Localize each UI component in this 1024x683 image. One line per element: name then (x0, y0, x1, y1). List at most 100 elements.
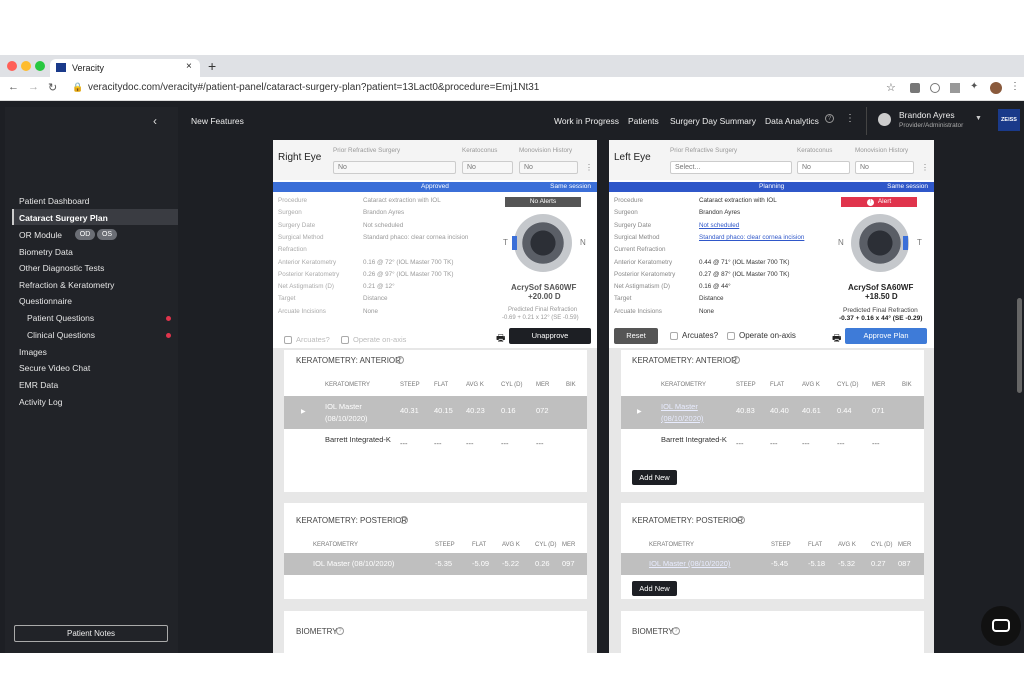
table-cell: --- (736, 439, 744, 448)
arcuates-checkbox[interactable]: Arcuates? (670, 331, 718, 340)
back-icon[interactable]: ← (8, 81, 19, 93)
field-label: Net Astigmatism (D) (278, 283, 334, 291)
field-value[interactable]: Standard phaco: clear cornea incision (699, 234, 804, 241)
sidebar-item-patient-dashboard[interactable]: Patient Dashboard (19, 196, 89, 206)
select-value: No (338, 164, 347, 171)
help-icon[interactable]: ? (672, 627, 680, 635)
section-title: KERATOMETRY: ANTERIOR (632, 356, 737, 365)
nav-work-in-progress[interactable]: Work in Progress (554, 116, 619, 126)
forward-icon[interactable]: → (28, 81, 39, 93)
monovision-select[interactable]: No (519, 161, 578, 174)
on-axis-checkbox[interactable]: Operate on-axis (727, 331, 796, 340)
nasal-marker: N (580, 238, 586, 247)
sidebar-item-secure-video-chat[interactable]: Secure Video Chat (19, 363, 90, 373)
reset-button[interactable]: Reset (614, 328, 658, 344)
sidebar-item-biometry-data[interactable]: Biometry Data (19, 247, 73, 257)
close-window-icon[interactable] (7, 61, 17, 71)
keratoconus-select[interactable]: No (462, 161, 513, 174)
help-icon[interactable]: ? (396, 356, 404, 364)
on-axis-checkbox[interactable]: Operate on-axis (341, 335, 406, 345)
help-icon[interactable]: ? (737, 516, 745, 524)
os-badge[interactable]: OS (97, 229, 117, 240)
new-features-link[interactable]: New Features (191, 116, 244, 126)
add-new-button[interactable]: Add New (632, 470, 677, 485)
maximize-window-icon[interactable] (35, 61, 45, 71)
profile-avatar[interactable] (990, 82, 1002, 94)
reload-icon[interactable]: ↻ (48, 81, 57, 94)
od-badge[interactable]: OD (75, 229, 95, 240)
field-label: Anterior Keratometry (278, 258, 337, 266)
field-label: Current Refraction (614, 246, 666, 254)
temporal-marker: T (917, 238, 922, 247)
bookmark-star-icon[interactable]: ☆ (886, 81, 896, 94)
sidebar-item-images[interactable]: Images (19, 347, 47, 357)
table-cell: -5.35 (435, 559, 453, 568)
minimize-window-icon[interactable] (21, 61, 31, 71)
help-icon[interactable]: ? (400, 516, 408, 524)
unapprove-button[interactable]: Unapprove (509, 328, 591, 344)
expand-row-icon[interactable]: ▶ (301, 408, 306, 415)
add-new-button[interactable]: Add New (632, 581, 677, 596)
table-cell: 40.61 (802, 406, 821, 415)
sidebar-item-refraction-keratometry[interactable]: Refraction & Keratometry (19, 280, 114, 290)
prior-refractive-select[interactable]: Select... (670, 161, 792, 174)
help-icon[interactable]: ? (825, 114, 834, 123)
scrollbar-thumb[interactable] (1017, 298, 1022, 393)
nav-surgery-day-summary[interactable]: Surgery Day Summary (670, 116, 756, 126)
help-icon[interactable]: ? (336, 627, 344, 635)
extension-icon[interactable] (930, 83, 940, 93)
more-menu-icon[interactable]: ⋮ (845, 113, 855, 124)
more-menu-icon[interactable]: ⋮ (921, 163, 929, 172)
nav-data-analytics[interactable]: Data Analytics (765, 116, 819, 126)
close-tab-icon[interactable]: × (186, 61, 192, 72)
sidebar-item-cataract-surgery-plan[interactable]: Cataract Surgery Plan (19, 213, 108, 223)
patient-notes-button[interactable]: Patient Notes (14, 625, 168, 642)
sidebar-item-emr-data[interactable]: EMR Data (19, 380, 58, 390)
field-label: Surgical Method (278, 233, 324, 241)
url-field[interactable]: veracitydoc.com/veracity#/patient-panel/… (88, 82, 539, 93)
arcuates-checkbox[interactable]: Arcuates? (284, 335, 330, 345)
user-avatar-icon[interactable] (878, 113, 891, 126)
field-value: Brandon Ayres (699, 209, 741, 217)
approve-plan-button[interactable]: Approve Plan (845, 328, 927, 344)
column-header: MER (536, 382, 550, 388)
alert-badge[interactable]: ! Alert (841, 197, 917, 207)
alert-badge[interactable]: No Alerts (505, 197, 581, 207)
checkbox-box (284, 336, 292, 345)
sidebar-item-or-module[interactable]: OR Module (19, 230, 62, 240)
puzzle-icon[interactable]: ✦ (970, 81, 978, 92)
section-title: KERATOMETRY: ANTERIOR (296, 356, 401, 365)
nav-patients[interactable]: Patients (628, 116, 659, 126)
lock-icon: 🔒 (72, 82, 84, 92)
prior-refractive-select[interactable]: No (333, 161, 456, 174)
field-label: Refraction (278, 246, 307, 254)
collapse-sidebar-icon[interactable]: ‹ (153, 114, 157, 128)
extension-icon[interactable] (910, 83, 920, 93)
more-menu-icon[interactable]: ⋮ (585, 163, 593, 172)
monovision-select[interactable]: No (855, 161, 914, 174)
sidebar-item-questionnaire[interactable]: Questionnaire (19, 296, 72, 306)
field-value: 0.27 @ 87° (IOL Master 700 TK) (699, 270, 790, 278)
section-title: KERATOMETRY: POSTERIOR (296, 516, 408, 525)
print-icon[interactable]: 🖶 (496, 331, 505, 348)
section-title: BIOMETRY (296, 627, 338, 636)
user-name[interactable]: Brandon Ayres (899, 110, 955, 120)
field-value: Not scheduled (363, 221, 404, 229)
help-icon[interactable]: ? (732, 356, 740, 364)
browser-tab[interactable]: Veracity × (50, 59, 200, 77)
expand-row-icon[interactable]: ▶ (637, 408, 642, 415)
print-icon[interactable]: 🖶 (832, 331, 841, 348)
field-value[interactable]: Not scheduled (699, 222, 739, 229)
sidebar-item-clinical-questions[interactable]: Clinical Questions (27, 330, 95, 340)
new-tab-icon[interactable]: + (208, 58, 216, 74)
chevron-down-icon[interactable]: ▼ (975, 115, 982, 122)
chat-button[interactable] (981, 606, 1021, 646)
row-name: IOL Master (08/10/2020) (325, 402, 368, 423)
table-cell: 087 (898, 559, 911, 568)
sidebar-item-activity-log[interactable]: Activity Log (19, 397, 62, 407)
sidebar-item-other-diagnostic-tests[interactable]: Other Diagnostic Tests (19, 263, 104, 273)
sidebar-item-patient-questions[interactable]: Patient Questions (27, 313, 94, 323)
menu-icon[interactable]: ⋮ (1010, 81, 1020, 92)
extension-icon[interactable] (950, 83, 960, 93)
keratoconus-select[interactable]: No (797, 161, 850, 174)
